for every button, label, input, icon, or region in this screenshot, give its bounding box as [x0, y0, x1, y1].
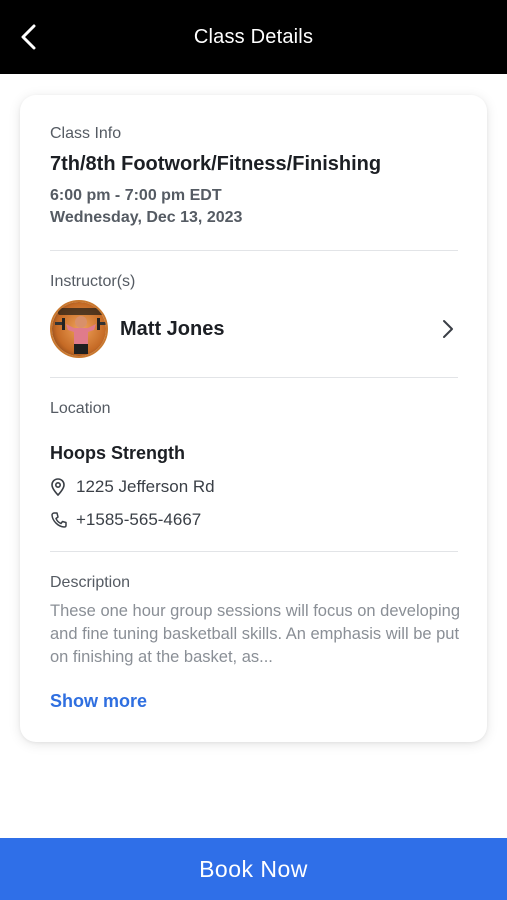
show-more-link[interactable]: Show more: [50, 691, 147, 712]
back-button[interactable]: [10, 18, 48, 56]
location-name: Hoops Strength: [50, 443, 185, 463]
description-text: These one hour group sessions will focus…: [50, 602, 461, 666]
class-date: Wednesday, Dec 13, 2023: [50, 209, 243, 226]
divider: [50, 551, 458, 552]
class-details-card: Class Info 7th/8th Footwork/Fitness/Fini…: [20, 95, 487, 742]
avatar: [50, 300, 108, 358]
phone-text: +1585-565-4667: [76, 510, 202, 529]
book-now-button[interactable]: Book Now: [0, 838, 507, 900]
divider: [50, 250, 458, 251]
instructor-label: Instructor(s): [50, 273, 136, 290]
chevron-right-icon: [438, 319, 458, 339]
address-row[interactable]: 1225 Jefferson Rd: [50, 477, 215, 497]
address-text: 1225 Jefferson Rd: [76, 477, 215, 496]
phone-row[interactable]: +1585-565-4667: [50, 510, 201, 530]
page-title: Class Details: [193, 25, 314, 48]
instructor-name: Matt Jones: [120, 317, 225, 340]
description-label: Description: [50, 574, 131, 591]
class-details-screen: Class Details Class Info 7th/8th Footwor…: [0, 0, 507, 900]
location-label: Location: [50, 400, 111, 417]
header-bar: Class Details: [0, 0, 507, 74]
phone-icon: [50, 511, 68, 529]
class-info-label: Class Info: [50, 125, 122, 142]
map-pin-icon: [50, 478, 68, 496]
instructor-row[interactable]: Matt Jones: [50, 298, 458, 360]
class-time: 6:00 pm - 7:00 pm EDT: [50, 187, 222, 204]
chevron-left-icon: [21, 24, 36, 50]
divider: [50, 377, 458, 378]
class-title: 7th/8th Footwork/Fitness/Finishing: [50, 153, 382, 175]
